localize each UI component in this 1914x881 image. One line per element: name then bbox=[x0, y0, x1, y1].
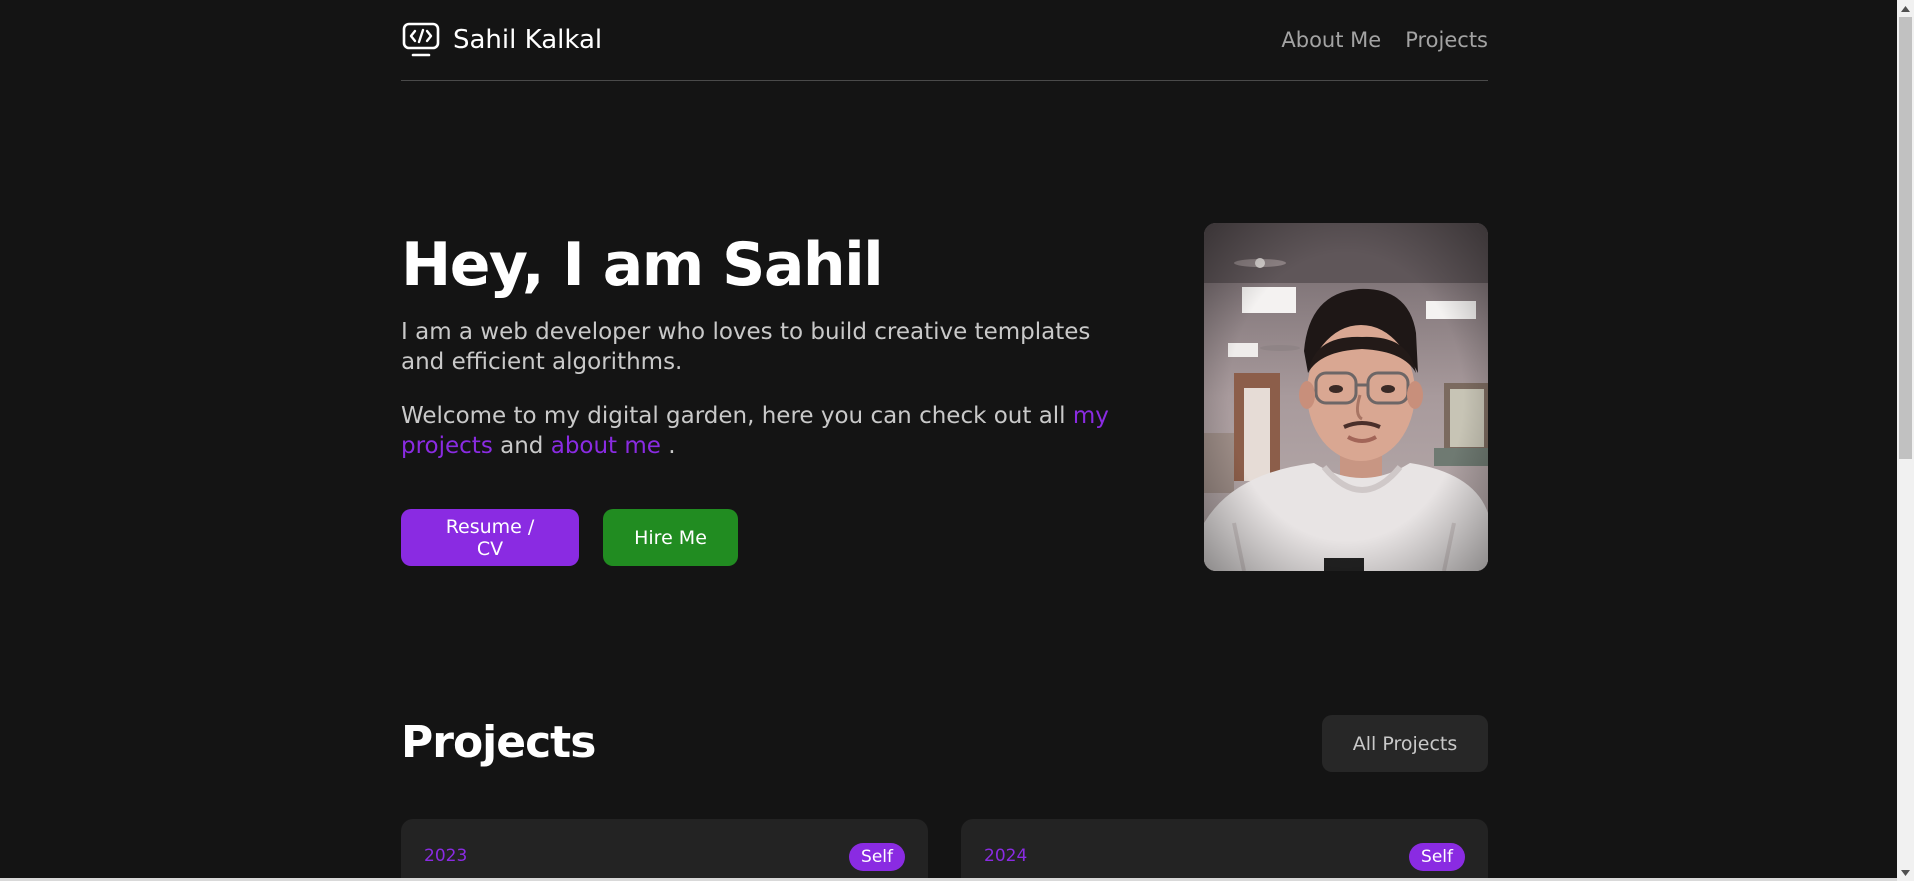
scroll-down-arrow-icon[interactable] bbox=[1897, 864, 1914, 881]
project-year: 2024 bbox=[984, 846, 1028, 866]
hero-buttons: Resume / CV Hire Me bbox=[401, 509, 1121, 566]
project-badge: Self bbox=[1409, 843, 1465, 871]
scroll-up-arrow-icon[interactable] bbox=[1897, 0, 1914, 17]
nav-link-about-me[interactable]: About Me bbox=[1281, 28, 1381, 52]
all-projects-button[interactable]: All Projects bbox=[1322, 715, 1488, 772]
hero-welcome: Welcome to my digital garden, here you c… bbox=[401, 401, 1121, 461]
brand-name: Sahil Kalkal bbox=[453, 25, 603, 55]
scrollbar-thumb[interactable] bbox=[1899, 17, 1912, 459]
site-header: Sahil Kalkal About Me Projects bbox=[401, 0, 1488, 81]
hero-intro: I am a web developer who loves to build … bbox=[401, 319, 1091, 375]
project-card[interactable]: 2024 Self bbox=[961, 819, 1488, 881]
brand[interactable]: Sahil Kalkal bbox=[401, 20, 602, 60]
vertical-scrollbar[interactable] bbox=[1897, 0, 1914, 881]
profile-photo bbox=[1204, 223, 1488, 571]
resume-button[interactable]: Resume / CV bbox=[401, 509, 579, 566]
hire-me-button[interactable]: Hire Me bbox=[603, 509, 738, 566]
hero-text: Hey, I am Sahil I am a web developer who… bbox=[401, 223, 1121, 566]
hero-section: Hey, I am Sahil I am a web developer who… bbox=[401, 223, 1488, 571]
main-nav: About Me Projects bbox=[1281, 28, 1488, 52]
main-container: Sahil Kalkal About Me Projects Hey, I am… bbox=[401, 0, 1488, 881]
nav-link-projects[interactable]: Projects bbox=[1405, 28, 1488, 52]
about-me-link[interactable]: about me bbox=[551, 433, 661, 459]
welcome-and: and bbox=[500, 433, 544, 459]
welcome-prefix: Welcome to my digital garden, here you c… bbox=[401, 403, 1066, 429]
code-monitor-icon bbox=[401, 20, 441, 60]
welcome-suffix: . bbox=[668, 433, 676, 459]
projects-title: Projects bbox=[401, 717, 596, 768]
hero-title: Hey, I am Sahil bbox=[401, 230, 884, 300]
project-badge: Self bbox=[849, 843, 905, 871]
projects-header: Projects All Projects bbox=[401, 713, 1488, 773]
page: Sahil Kalkal About Me Projects Hey, I am… bbox=[0, 0, 1914, 881]
project-card[interactable]: 2023 Self bbox=[401, 819, 928, 881]
project-year: 2023 bbox=[424, 846, 468, 866]
